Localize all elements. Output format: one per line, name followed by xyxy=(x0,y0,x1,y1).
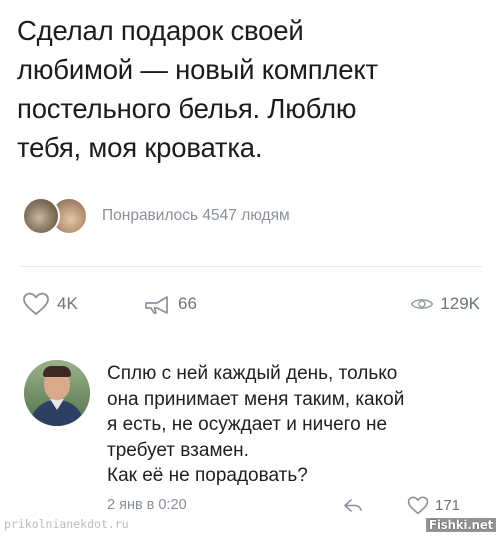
comment-meta: 2 янв в 0:20 171 xyxy=(107,496,487,518)
share-count: 66 xyxy=(178,294,197,313)
post-text: Сделал подарок своей любимой — новый ком… xyxy=(17,11,487,167)
views-counter: 129K xyxy=(410,289,480,319)
watermark-fishki: Fishki.net xyxy=(425,518,496,532)
comment-like-count: 171 xyxy=(435,497,461,514)
post-text-line: Сделал подарок своей xyxy=(17,15,304,46)
comment-date[interactable]: 2 янв в 0:20 xyxy=(107,497,187,513)
heart-icon xyxy=(407,496,429,515)
comment-text-line: Как её не порадовать? xyxy=(107,465,308,486)
post-actions: 4K 66 129K xyxy=(0,289,500,319)
reply-arrow-icon xyxy=(344,499,362,512)
comment-text-line: я есть, не осуждает и ничего не xyxy=(107,414,388,435)
comment-like-button[interactable]: 171 xyxy=(407,496,460,515)
avatar[interactable] xyxy=(24,360,90,426)
post-text-line: любимой — новый комплект xyxy=(17,54,378,85)
divider xyxy=(20,266,482,267)
post-text-line: тебя, моя кроватка. xyxy=(17,132,263,163)
comment-text-line: требует взамен. xyxy=(107,439,249,461)
views-count: 129K xyxy=(440,294,480,313)
megaphone-icon xyxy=(145,296,168,314)
share-button[interactable]: 66 xyxy=(143,289,197,319)
post-text-line: постельного белья. Люблю xyxy=(17,93,357,124)
comment-text-line: она принимает меня таким, какой xyxy=(107,388,405,410)
likers-row[interactable]: Понравилось 4547 людям xyxy=(22,196,290,236)
comment-text: Сплю с ней каждый день, только она прини… xyxy=(107,361,487,489)
like-button[interactable]: 4K xyxy=(22,289,78,319)
heart-icon xyxy=(23,292,49,315)
reply-button[interactable] xyxy=(343,497,363,517)
like-count: 4K xyxy=(57,294,78,313)
likes-summary[interactable]: Понравилось 4547 людям xyxy=(102,207,290,225)
liker-avatar[interactable] xyxy=(22,197,60,235)
eye-icon xyxy=(410,299,434,309)
comment-text-line: Сплю с ней каждый день, только xyxy=(107,363,398,384)
watermark-source: prikolnianekdot.ru xyxy=(4,517,129,531)
